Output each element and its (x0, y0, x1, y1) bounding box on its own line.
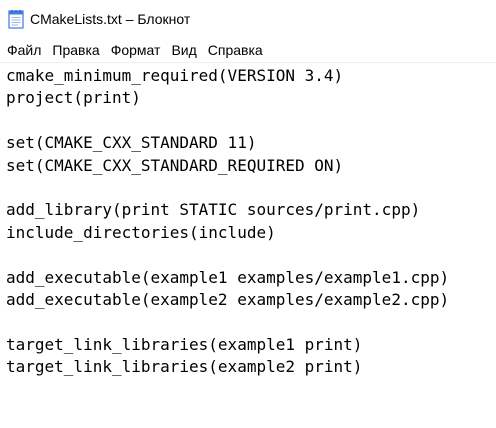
menu-format[interactable]: Формат (107, 40, 165, 61)
code-line: set(CMAKE_CXX_STANDARD_REQUIRED ON) (6, 155, 344, 175)
code-line: include_directories(include) (6, 222, 276, 242)
menu-help[interactable]: Справка (204, 40, 267, 61)
code-line: project(print) (6, 88, 141, 108)
menu-file[interactable]: Файл (3, 40, 45, 61)
menu-bar: Файл Правка Формат Вид Справка (0, 40, 496, 61)
code-line: target_link_libraries(example1 print) (6, 334, 363, 354)
notepad-icon (8, 9, 24, 29)
code-line: target_link_libraries(example2 print) (6, 357, 363, 377)
code-line: add_executable(example2 examples/example… (6, 289, 450, 309)
code-line: set(CMAKE_CXX_STANDARD 11) (6, 133, 257, 153)
text-editor-area[interactable]: cmake_minimum_required(VERSION 3.4) proje… (0, 63, 496, 428)
code-line: add_executable(example1 examples/example… (6, 267, 450, 287)
editor-content: cmake_minimum_required(VERSION 3.4) proje… (0, 63, 496, 378)
title-bar[interactable]: CMakeLists.txt – Блокнот (0, 0, 496, 38)
menu-view[interactable]: Вид (167, 40, 200, 61)
menu-edit[interactable]: Правка (48, 40, 103, 61)
code-line: cmake_minimum_required(VERSION 3.4) (6, 66, 344, 85)
code-line: add_library(print STATIC sources/print.c… (6, 200, 421, 220)
notepad-window: CMakeLists.txt – Блокнот Файл Правка Фор… (0, 0, 496, 428)
window-title: CMakeLists.txt – Блокнот (30, 11, 191, 27)
